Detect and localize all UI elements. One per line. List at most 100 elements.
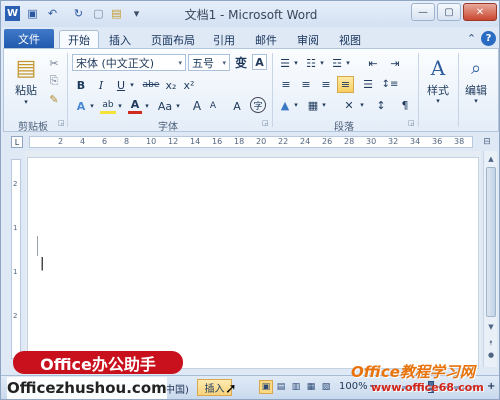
bullets-button[interactable]: ☰ — [278, 55, 292, 71]
sort-button[interactable]: ↕ — [374, 97, 388, 113]
grow-font-button[interactable]: A — [190, 98, 204, 114]
superscript-button[interactable]: x² — [182, 77, 196, 93]
paste-button[interactable]: 粘贴 — [10, 83, 42, 97]
help-icon[interactable]: ? — [481, 31, 496, 46]
shading-button[interactable]: ▲ — [278, 97, 292, 113]
borders-dropdown-icon[interactable]: ▾ — [320, 99, 328, 111]
draft-view-icon[interactable]: ▧ — [319, 380, 333, 394]
format-painter-icon[interactable]: ✎ — [46, 91, 62, 107]
outline-view-icon[interactable]: ▦ — [304, 380, 318, 394]
cut-icon[interactable]: ✂ — [46, 55, 62, 71]
minimize-ribbon-icon[interactable]: ⌃ — [464, 31, 479, 46]
bold-button[interactable]: B — [74, 77, 88, 93]
web-layout-view-icon[interactable]: ▥ — [289, 380, 303, 394]
ruler-number: 18 — [234, 137, 245, 146]
brand-badge-watermark: Office办公助手 — [13, 351, 183, 374]
change-case-dropdown-icon[interactable]: ▾ — [174, 100, 182, 112]
previous-page-icon[interactable]: ⯭ — [485, 337, 497, 349]
asian-layout-dropdown-icon[interactable]: ▾ — [358, 99, 366, 111]
font-color-button[interactable]: A — [128, 98, 142, 114]
clipboard-launcher-icon[interactable]: ◲ — [58, 119, 66, 127]
tab-page-layout[interactable]: 页面布局 — [145, 30, 201, 49]
ribbon-tabs: 文件 开始 插入 页面布局 引用 邮件 审阅 视图 ⌃ ? — [1, 27, 499, 49]
char-border-icon[interactable]: A — [252, 54, 267, 70]
print-layout-view-icon[interactable]: ▣ — [259, 380, 273, 394]
strikethrough-button[interactable]: abe — [140, 77, 162, 93]
tab-file[interactable]: 文件 — [4, 29, 54, 49]
tab-home[interactable]: 开始 — [59, 30, 99, 49]
tab-selector-icon[interactable]: L — [11, 136, 23, 148]
decrease-indent-button[interactable]: ⇤ — [366, 55, 380, 71]
reading-view-icon[interactable]: ▤ — [274, 380, 288, 394]
distributed-button[interactable]: ☰ — [360, 76, 376, 92]
tab-references[interactable]: 引用 — [207, 30, 241, 49]
text-effects-dropdown-icon[interactable]: ▾ — [88, 100, 96, 112]
paste-icon[interactable]: ▤ — [14, 53, 38, 83]
font-size-combo[interactable]: 五号 ▾ — [188, 54, 230, 71]
italic-button[interactable]: I — [94, 77, 108, 93]
editing-button[interactable]: 编辑 — [460, 83, 492, 97]
editing-dropdown-icon[interactable]: ▾ — [472, 97, 480, 105]
maximize-button[interactable]: ▢ — [437, 3, 461, 21]
tab-insert[interactable]: 插入 — [103, 30, 137, 49]
copy-icon[interactable]: ⎘ — [46, 73, 62, 89]
align-left-button[interactable]: ≡ — [278, 76, 294, 92]
increase-indent-button[interactable]: ⇥ — [388, 55, 402, 71]
asian-layout-button[interactable]: ✕ — [340, 97, 358, 113]
vertical-ruler[interactable]: 2 1 1 2 — [11, 159, 21, 359]
shrink-font-button[interactable]: A — [206, 98, 220, 114]
underline-button[interactable]: U — [114, 77, 128, 93]
shading-dropdown-icon[interactable]: ▾ — [292, 99, 300, 111]
multilevel-dropdown-icon[interactable]: ▾ — [344, 57, 352, 69]
minimize-button[interactable]: — — [411, 3, 435, 21]
group-separator — [458, 53, 459, 127]
vertical-scrollbar[interactable]: ▲ ▼ ⯭ ● — [483, 151, 497, 367]
find-binoculars-icon[interactable]: ⌕ — [464, 55, 488, 81]
styles-dropdown-icon[interactable]: ▾ — [434, 97, 442, 105]
font-color-dropdown-icon[interactable]: ▾ — [143, 100, 151, 112]
scroll-down-icon[interactable]: ▼ — [485, 321, 497, 333]
phonetic-guide-icon[interactable]: 变 — [233, 54, 249, 71]
multilevel-list-button[interactable]: ☲ — [330, 55, 344, 71]
close-button[interactable]: ✕ — [463, 3, 497, 21]
browse-object-icon[interactable]: ● — [485, 349, 497, 361]
tab-review[interactable]: 审阅 — [291, 30, 325, 49]
paragraph-launcher-icon[interactable]: ◲ — [408, 119, 416, 127]
underline-dropdown-icon[interactable]: ▾ — [128, 78, 136, 92]
paste-dropdown-icon[interactable]: ▾ — [22, 98, 30, 106]
horizontal-ruler[interactable]: 2 4 6 8 10 12 14 16 18 20 22 24 26 28 30 32 34 36 38 — [29, 136, 473, 148]
clear-format-button[interactable]: A — [230, 98, 244, 114]
tab-mailings[interactable]: 邮件 — [249, 30, 283, 49]
scroll-thumb[interactable] — [486, 167, 496, 317]
bullets-dropdown-icon[interactable]: ▾ — [292, 57, 300, 69]
styles-icon[interactable]: A — [426, 55, 450, 81]
site-name-watermark: Office教程学习网 — [351, 363, 475, 381]
align-right-button[interactable]: ≡ — [318, 76, 334, 92]
scroll-up-icon[interactable]: ▲ — [485, 153, 497, 165]
styles-button[interactable]: 样式 — [422, 83, 454, 97]
justify-button[interactable]: ≡ — [337, 76, 354, 93]
borders-button[interactable]: ▦ — [306, 97, 320, 113]
ruler-number: 10 — [146, 137, 157, 146]
chevron-down-icon[interactable]: ▾ — [178, 59, 182, 67]
chevron-down-icon[interactable]: ▾ — [222, 59, 226, 67]
highlight-button[interactable]: ab — [100, 98, 116, 114]
tab-view[interactable]: 视图 — [333, 30, 367, 49]
font-launcher-icon[interactable]: ◲ — [262, 119, 270, 127]
show-marks-button[interactable]: ¶ — [398, 97, 412, 113]
highlight-dropdown-icon[interactable]: ▾ — [116, 100, 124, 112]
document-page[interactable]: | — [27, 157, 479, 369]
text-effects-button[interactable]: A — [74, 98, 88, 114]
enclose-char-button[interactable]: 字 — [250, 97, 266, 113]
font-name-combo[interactable]: 宋体 (中文正文) ▾ — [72, 54, 186, 71]
change-case-button[interactable]: Aa — [156, 98, 174, 114]
subscript-button[interactable]: x₂ — [164, 77, 178, 93]
numbering-button[interactable]: ☷ — [304, 55, 318, 71]
group-separator — [418, 53, 419, 127]
align-center-button[interactable]: ≡ — [298, 76, 314, 92]
numbering-dropdown-icon[interactable]: ▾ — [318, 57, 326, 69]
line-spacing-button[interactable]: ↕≡ — [382, 76, 399, 92]
language-indicator[interactable]: 中国) — [165, 381, 189, 396]
view-ruler-icon[interactable]: ⊟ — [481, 136, 493, 148]
zoom-level[interactable]: 100% — [339, 381, 368, 392]
